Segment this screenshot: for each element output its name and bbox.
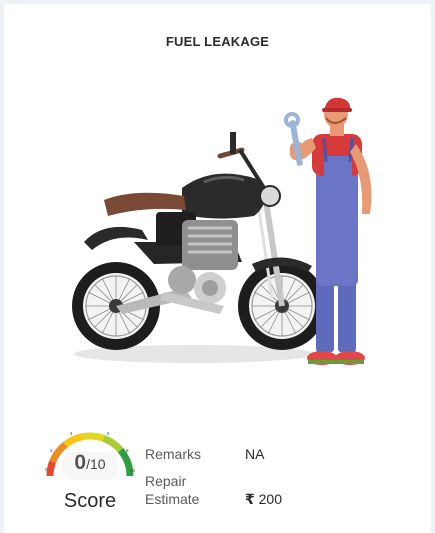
repair-amount: 200 — [258, 491, 282, 507]
score-max: /10 — [86, 456, 106, 472]
repair-estimate-label: Repair Estimate — [145, 473, 200, 507]
remarks-label: Remarks — [145, 446, 202, 462]
currency-symbol: ₹ — [245, 491, 255, 507]
remarks-value: NA — [245, 446, 265, 462]
issue-card: FUEL LEAKAGE 0 2 4 6 8 10 0/10 Score Rem… — [4, 4, 431, 533]
issue-title: FUEL LEAKAGE — [165, 34, 270, 49]
repair-estimate-value: ₹ 200 — [245, 490, 282, 508]
score-number: 0 — [74, 451, 87, 474]
score-value: 0/10 — [40, 451, 140, 475]
gauge-tick-4: 4 — [70, 431, 73, 436]
score-label: Score — [63, 490, 117, 512]
gauge-tick-6: 6 — [107, 431, 110, 436]
motorcycle-mechanic-illustration — [72, 97, 372, 365]
